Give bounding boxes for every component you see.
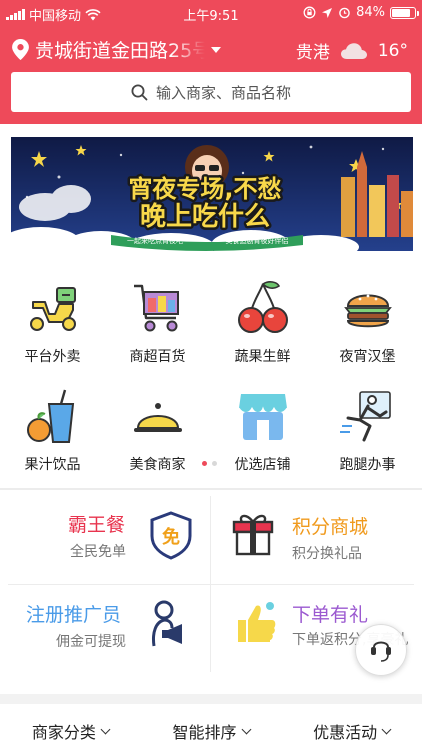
promo-free-meal[interactable]: 霸王餐 全民免单 免 (0, 492, 206, 584)
free-badge-icon: 免 (150, 511, 192, 560)
food-cloche-icon (133, 403, 182, 432)
category-grid: 平台外卖 商超百货 蔬果生鲜 夜宵汉堡 果汁饮品 美食商家 优选店铺 跑腿办事 (0, 270, 422, 488)
category-restaurants[interactable]: 美食商家 (105, 386, 210, 486)
free-badge-text: 免 (162, 526, 180, 548)
promo-points-mall[interactable]: 积分商城 积分换礼品 (212, 492, 418, 584)
gift-icon (232, 514, 274, 556)
category-juice[interactable]: 果汁饮品 (0, 386, 105, 486)
category-label: 商超百货 (129, 349, 186, 365)
category-label: 跑腿办事 (339, 457, 396, 473)
promo-subtitle: 全民免单 (70, 544, 126, 560)
page-dot-active (202, 461, 207, 466)
megaphone-person-icon (152, 600, 182, 647)
category-featured-stores[interactable]: 优选店铺 (210, 386, 315, 486)
location-pin-icon (12, 39, 29, 60)
category-label: 果汁饮品 (24, 457, 81, 473)
category-errands[interactable]: 跑腿办事 (315, 386, 420, 486)
promo-banner[interactable]: 宵夜专场,不愁 宵夜专场,不愁 晚上吃什么 晚上吃什么 一起来吃点宵夜吧 美食追… (11, 137, 413, 251)
chevron-down-icon (241, 724, 251, 734)
chevron-down-icon (381, 724, 392, 734)
shopping-cart-icon (133, 284, 179, 332)
filter-promotions[interactable]: 优惠活动 (281, 712, 422, 750)
status-bar: 中国移动 上午9:51 84% (0, 0, 422, 26)
drink-icon (26, 389, 74, 443)
thumbs-up-icon (238, 602, 276, 642)
weather: 贵港 16° (295, 38, 408, 64)
promo-title: 注册推广员 (26, 604, 122, 626)
customer-service-button[interactable] (355, 624, 407, 676)
page-indicator (202, 461, 217, 466)
promo-title: 下单有礼 (292, 604, 369, 626)
scooter-icon (29, 287, 76, 331)
category-supermarket[interactable]: 商超百货 (105, 278, 210, 378)
location-selector[interactable]: 贵城街道金田路25号 (12, 36, 221, 63)
filter-smart-sort[interactable]: 智能排序 (141, 712, 282, 750)
cloud-icon (340, 42, 367, 59)
temperature: 16° (377, 40, 408, 61)
promo-title: 霸王餐 (68, 514, 126, 536)
rotation-lock-icon (303, 6, 316, 19)
storefront-icon (238, 394, 287, 440)
filter-label: 优惠活动 (313, 723, 378, 742)
sort-bar: 商家分类 智能排序 优惠活动 (0, 712, 422, 750)
promo-referral[interactable]: 注册推广员 佣金可提现 (0, 586, 206, 678)
page-dot (212, 461, 217, 466)
header: 贵城街道金田路25号 贵港 16° 输入商家、商品名称 (0, 26, 422, 124)
filter-label: 商家分类 (31, 723, 96, 742)
chevron-down-icon (100, 724, 111, 734)
runner-icon (339, 391, 391, 442)
category-takeout[interactable]: 平台外卖 (0, 278, 105, 378)
banner-ribbon-left: 一起来吃点宵夜吧 (127, 236, 183, 245)
search-input[interactable]: 输入商家、商品名称 (11, 72, 411, 112)
category-label: 蔬果生鲜 (234, 349, 291, 365)
cherry-icon (237, 281, 288, 333)
battery-icon (390, 6, 419, 19)
alarm-icon (339, 7, 350, 19)
promo-title: 积分商城 (292, 516, 369, 538)
category-label: 平台外卖 (24, 349, 81, 365)
banner-headline-2: 晚上吃什么 (140, 202, 270, 232)
category-label: 美食商家 (129, 457, 186, 473)
search-icon (131, 84, 148, 100)
burger-icon (343, 294, 392, 328)
location-arrow-icon (322, 7, 333, 18)
filter-label: 智能排序 (172, 723, 237, 742)
section-gap (0, 694, 422, 704)
section-divider (0, 488, 422, 490)
battery-percent: 84% (356, 5, 385, 20)
headset-icon (371, 641, 391, 662)
filter-category[interactable]: 商家分类 (0, 712, 141, 750)
banner-ribbon-right: 美食追剧宵夜好伴侣 (226, 236, 289, 245)
search-placeholder: 输入商家、商品名称 (155, 83, 291, 102)
banner-headline-1: 宵夜专场,不愁 (128, 175, 281, 203)
promo-subtitle: 佣金可提现 (56, 634, 126, 650)
location-text: 贵城街道金田路25号 (35, 40, 205, 62)
category-burger[interactable]: 夜宵汉堡 (315, 278, 420, 378)
category-fresh-produce[interactable]: 蔬果生鲜 (210, 278, 315, 378)
banner-illustration: 宵夜专场,不愁 宵夜专场,不愁 晚上吃什么 晚上吃什么 一起来吃点宵夜吧 美食追… (11, 137, 413, 251)
promo-h-divider (8, 584, 414, 585)
chevron-down-icon (211, 46, 221, 53)
weather-city: 贵港 (295, 43, 330, 63)
promo-subtitle: 积分换礼品 (292, 546, 362, 562)
status-right: 84% (303, 5, 419, 20)
category-label: 夜宵汉堡 (339, 349, 396, 365)
category-label: 优选店铺 (234, 457, 291, 473)
